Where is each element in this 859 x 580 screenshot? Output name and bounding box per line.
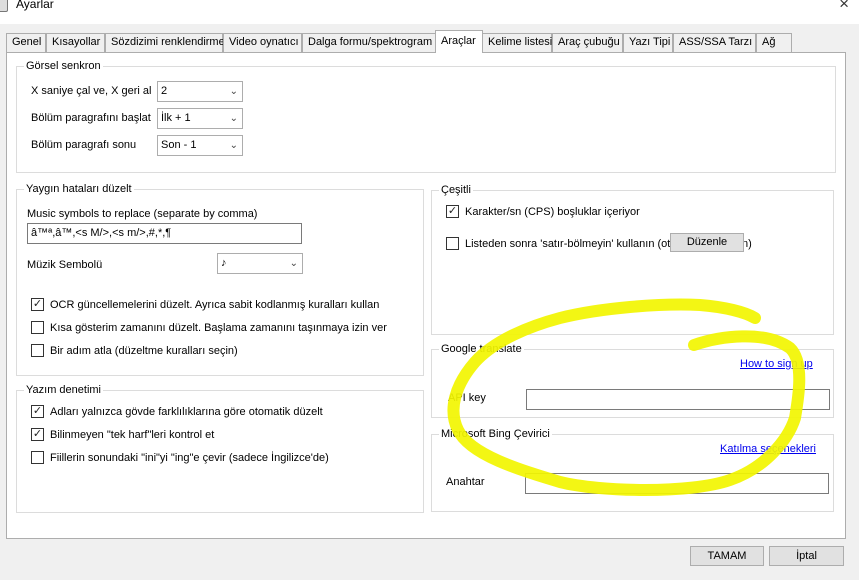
start-paragraph-label: Bölüm paragrafını başlat <box>31 112 151 124</box>
google-translate-group: Google translate How to sign up API key <box>431 342 834 418</box>
ing-label: Fiillerin sonundaki "ini"yi "ing"e çevir… <box>50 452 329 464</box>
play-back-select[interactable]: 2 ⌄ <box>157 81 243 102</box>
api-key-label: API key <box>448 392 486 404</box>
tab-strip: Genel Kısayollar Sözdizimi renklendirme … <box>6 30 846 53</box>
tab-araclar[interactable]: Araçlar <box>435 30 483 53</box>
google-translate-title: Google translate <box>439 342 524 356</box>
key-label: Anahtar <box>446 476 485 488</box>
tab-ass-ssa[interactable]: ASS/SSA Tarzı <box>673 33 756 52</box>
checkbox-icon <box>31 343 44 357</box>
short-display-label: Kısa gösterim zamanını düzelt. Başlama z… <box>50 322 387 334</box>
music-symbols-label: Music symbols to replace (separate by co… <box>27 208 258 220</box>
chevron-down-icon: ⌄ <box>229 86 238 97</box>
single-letter-checkbox[interactable]: ✓ Bilinmeyen "tek harf"leri kontrol et <box>31 427 215 442</box>
tab-video-oynatici[interactable]: Video oynatıcı <box>223 33 302 52</box>
checkbox-checked-icon: ✓ <box>446 204 459 218</box>
checkbox-icon <box>31 320 44 334</box>
start-paragraph-select[interactable]: İlk + 1 ⌄ <box>157 108 243 129</box>
cps-label: Karakter/sn (CPS) boşluklar içeriyor <box>465 206 640 218</box>
play-back-value: 2 <box>161 85 168 97</box>
bing-group: Microsoft Bing Çevirici Katılma seçenekl… <box>431 427 834 512</box>
tab-panel: Görsel senkron X saniye çal ve, X geri a… <box>6 52 846 539</box>
ocr-fix-label: OCR güncellemelerini düzelt. Ayrıca sabi… <box>50 299 380 311</box>
cancel-button[interactable]: İptal <box>769 546 844 566</box>
api-key-input[interactable] <box>526 389 830 410</box>
ok-button[interactable]: TAMAM <box>690 546 764 566</box>
tab-yazi-tipi[interactable]: Yazı Tipi <box>623 33 673 52</box>
end-paragraph-select[interactable]: Son - 1 ⌄ <box>157 135 243 156</box>
checkbox-checked-icon: ✓ <box>31 427 44 441</box>
music-symbol-select[interactable]: ♪ ⌄ <box>217 253 303 274</box>
tab-kisayollar[interactable]: Kısayollar <box>46 33 105 52</box>
checkbox-checked-icon: ✓ <box>31 297 44 311</box>
continuation-label: Listeden sonra 'satır-bölmeyin' kullanın… <box>465 238 677 250</box>
tab-dalga-formu[interactable]: Dalga formu/spektrogram <box>302 33 436 52</box>
continuation-checkbox[interactable]: Listeden sonra 'satır-bölmeyin' kullanın… <box>446 236 677 251</box>
fix-names-label: Adları yalnızca gövde farklılıklarına gö… <box>50 406 323 418</box>
title-bar: Ayarlar × <box>0 0 859 24</box>
bing-title: Microsoft Bing Çevirici <box>439 427 552 441</box>
edit-button[interactable]: Düzenle <box>670 233 744 252</box>
chevron-down-icon: ⌄ <box>289 258 298 269</box>
bing-key-input[interactable] <box>525 473 829 494</box>
fix-errors-group: Yaygın hataları düzelt Music symbols to … <box>16 182 424 376</box>
tab-genel[interactable]: Genel <box>6 33 46 52</box>
window-title: Ayarlar <box>16 0 54 11</box>
ocr-fix-checkbox[interactable]: ✓ OCR güncellemelerini düzelt. Ayrıca sab… <box>31 297 380 312</box>
chevron-down-icon: ⌄ <box>229 140 238 151</box>
cps-checkbox[interactable]: ✓ Karakter/sn (CPS) boşluklar içeriyor <box>446 204 640 219</box>
ing-checkbox[interactable]: Fiillerin sonundaki "ini"yi "ing"e çevir… <box>31 450 329 465</box>
spell-check-title: Yazım denetimi <box>24 383 103 397</box>
how-to-sign-up-link[interactable]: How to sign up <box>740 358 813 370</box>
checkbox-checked-icon: ✓ <box>31 404 44 418</box>
misc-group: Çeşitli ✓ Karakter/sn (CPS) boşluklar içe… <box>431 183 834 335</box>
visual-sync-group: Görsel senkron X saniye çal ve, X geri a… <box>16 59 836 173</box>
play-back-label: X saniye çal ve, X geri al <box>31 85 152 97</box>
misc-title: Çeşitli <box>439 183 473 197</box>
single-letter-label: Bilinmeyen "tek harf"leri kontrol et <box>50 429 215 441</box>
app-icon <box>0 0 8 12</box>
music-symbol-value: ♪ <box>221 257 227 269</box>
checkbox-icon <box>31 450 44 464</box>
start-paragraph-value: İlk + 1 <box>161 112 191 124</box>
tab-ag[interactable]: Ağ <box>756 33 792 52</box>
tab-kelime-listesi[interactable]: Kelime listesi <box>482 33 552 52</box>
tab-sozdizimi[interactable]: Sözdizimi renklendirme <box>105 33 225 52</box>
fix-names-checkbox[interactable]: ✓ Adları yalnızca gövde farklılıklarına g… <box>31 404 323 419</box>
visual-sync-title: Görsel senkron <box>24 59 103 73</box>
short-display-checkbox[interactable]: Kısa gösterim zamanını düzelt. Başlama z… <box>31 320 387 335</box>
music-symbol-label: Müzik Sembolü <box>27 259 103 271</box>
checkbox-icon <box>446 236 459 250</box>
music-symbols-input[interactable]: â™ª,â™,<s M/>,<s m/>,#,*,¶ <box>27 223 302 244</box>
fix-errors-title: Yaygın hataları düzelt <box>24 182 134 196</box>
spell-check-group: Yazım denetimi ✓ Adları yalnızca gövde fa… <box>16 383 424 513</box>
chevron-down-icon: ⌄ <box>229 113 238 124</box>
skip-step-checkbox[interactable]: Bir adım atla (düzeltme kuralları seçin) <box>31 343 238 358</box>
close-icon[interactable]: × <box>839 0 849 14</box>
tab-arac-cubugu[interactable]: Araç çubuğu <box>552 33 623 52</box>
end-paragraph-value: Son - 1 <box>161 139 197 151</box>
join-options-link[interactable]: Katılma seçenekleri <box>720 443 816 455</box>
skip-step-label: Bir adım atla (düzeltme kuralları seçin) <box>50 345 238 357</box>
end-paragraph-label: Bölüm paragrafı sonu <box>31 139 137 151</box>
